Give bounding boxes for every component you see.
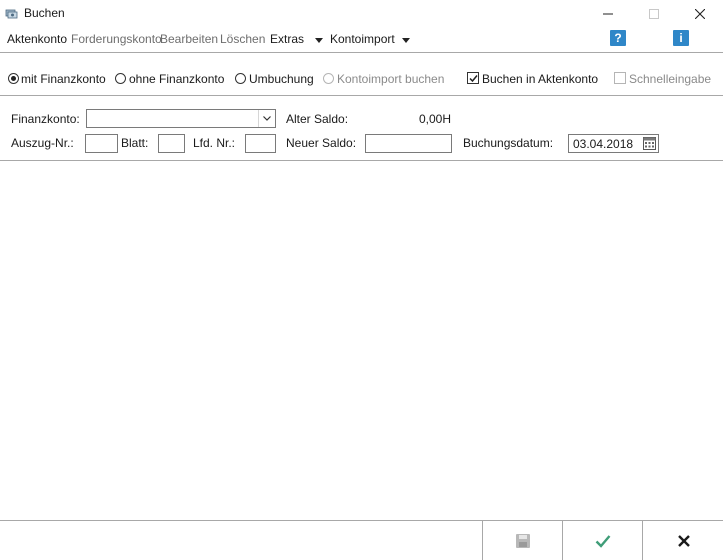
label-lfd-nr: Lfd. Nr.: bbox=[193, 136, 236, 150]
combobox-dropdown-button[interactable] bbox=[258, 110, 275, 127]
radio-dot bbox=[8, 73, 19, 84]
close-window-button[interactable] bbox=[677, 0, 723, 28]
checkbox-buchen-in-aktenkonto[interactable] bbox=[467, 72, 479, 84]
booking-content-area bbox=[0, 161, 723, 520]
radio-circle bbox=[323, 73, 334, 84]
money-stack-icon bbox=[5, 9, 18, 19]
save-disk-icon bbox=[516, 533, 530, 548]
chevron-down-icon[interactable] bbox=[315, 38, 323, 43]
menu-separator bbox=[0, 52, 723, 53]
info-icon[interactable]: i bbox=[673, 30, 689, 46]
radio-umbuchung[interactable] bbox=[235, 73, 246, 84]
close-x-icon bbox=[677, 534, 690, 547]
buchungsdatum-input[interactable]: 03.04.2018 bbox=[568, 134, 659, 153]
radio-mit-finanzkonto[interactable] bbox=[8, 73, 19, 84]
menu-aktenkonto[interactable]: Aktenkonto bbox=[7, 32, 67, 46]
chevron-down-icon[interactable] bbox=[402, 38, 410, 43]
label-neuer-saldo: Neuer Saldo: bbox=[286, 136, 357, 150]
minimize-button[interactable] bbox=[585, 0, 631, 28]
menu-kontoimport[interactable]: Kontoimport bbox=[330, 32, 395, 46]
save-button bbox=[482, 521, 563, 560]
label-mit-finanzkonto[interactable]: mit Finanzkonto bbox=[21, 72, 106, 86]
maximize-button bbox=[631, 0, 677, 28]
chevron-down-icon bbox=[263, 116, 271, 121]
neuer-saldo-input[interactable] bbox=[365, 134, 452, 153]
title-bar: Buchen bbox=[0, 0, 723, 28]
checkbox-schnelleingabe bbox=[614, 72, 626, 84]
finanzkonto-combobox[interactable] bbox=[86, 109, 276, 128]
radio-ohne-finanzkonto[interactable] bbox=[115, 73, 126, 84]
label-blatt: Blatt: bbox=[121, 136, 149, 150]
label-finanzkonto: Finanzkonto: bbox=[11, 112, 80, 126]
options-separator bbox=[0, 95, 723, 96]
blatt-input[interactable] bbox=[158, 134, 185, 153]
cancel-button[interactable] bbox=[642, 521, 723, 560]
buchungsdatum-value: 03.04.2018 bbox=[573, 137, 634, 151]
auszug-nr-input[interactable] bbox=[85, 134, 118, 153]
label-schnelleingabe: Schnelleingabe bbox=[629, 72, 712, 86]
alter-saldo-value: 0,00H bbox=[419, 112, 452, 126]
lfd-nr-input[interactable] bbox=[245, 134, 276, 153]
label-buchen-in-aktenkonto[interactable]: Buchen in Aktenkonto bbox=[482, 72, 598, 86]
checkmark-icon bbox=[469, 75, 478, 83]
radio-kontoimport-buchen bbox=[323, 73, 334, 84]
close-icon bbox=[695, 9, 705, 19]
menu-bearbeiten: Bearbeiten bbox=[160, 32, 219, 46]
radio-circle bbox=[115, 73, 126, 84]
help-question-icon[interactable]: ? bbox=[610, 30, 626, 46]
label-buchungsdatum: Buchungsdatum: bbox=[463, 136, 554, 150]
label-umbuchung[interactable]: Umbuchung bbox=[249, 72, 314, 86]
minimize-icon bbox=[603, 13, 613, 15]
label-alter-saldo: Alter Saldo: bbox=[286, 112, 349, 126]
label-auszug-nr: Auszug-Nr.: bbox=[11, 136, 74, 150]
checkmark-icon bbox=[595, 534, 611, 548]
menu-loeschen: Löschen bbox=[220, 32, 266, 46]
menu-forderungskonto: Forderungskonto bbox=[71, 32, 162, 46]
label-ohne-finanzkonto[interactable]: ohne Finanzkonto bbox=[129, 72, 224, 86]
window-title: Buchen bbox=[24, 6, 65, 20]
menu-extras[interactable]: Extras bbox=[270, 32, 304, 46]
calendar-icon[interactable] bbox=[643, 137, 656, 150]
label-kontoimport-buchen: Kontoimport buchen bbox=[337, 72, 445, 86]
maximize-icon bbox=[649, 9, 659, 19]
ok-button[interactable] bbox=[562, 521, 643, 560]
radio-circle bbox=[235, 73, 246, 84]
